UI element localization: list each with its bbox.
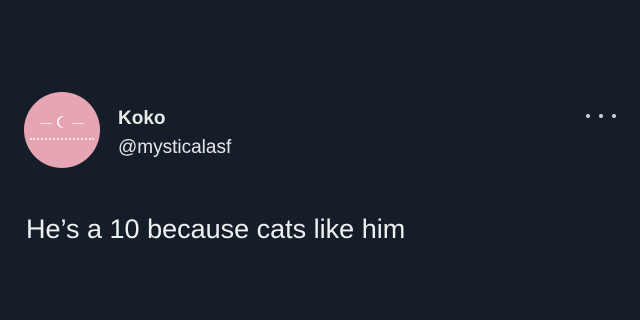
avatar-decor-line-right (72, 123, 84, 124)
more-horizontal-icon (612, 114, 616, 118)
avatar[interactable] (24, 92, 100, 168)
crescent-moon-icon (56, 116, 65, 128)
avatar-decor-line-left (40, 123, 52, 124)
avatar-decor-text (30, 138, 94, 144)
more-horizontal-icon (599, 114, 603, 118)
tweet-card: Koko @mysticalasf He’s a 10 because cats… (0, 0, 640, 320)
author-handle[interactable]: @mysticalasf (118, 137, 231, 159)
more-horizontal-icon (586, 114, 590, 118)
author-display-name[interactable]: Koko (118, 108, 166, 130)
tweet-text: He’s a 10 because cats like him (26, 214, 406, 244)
more-options-button[interactable] (586, 106, 616, 126)
